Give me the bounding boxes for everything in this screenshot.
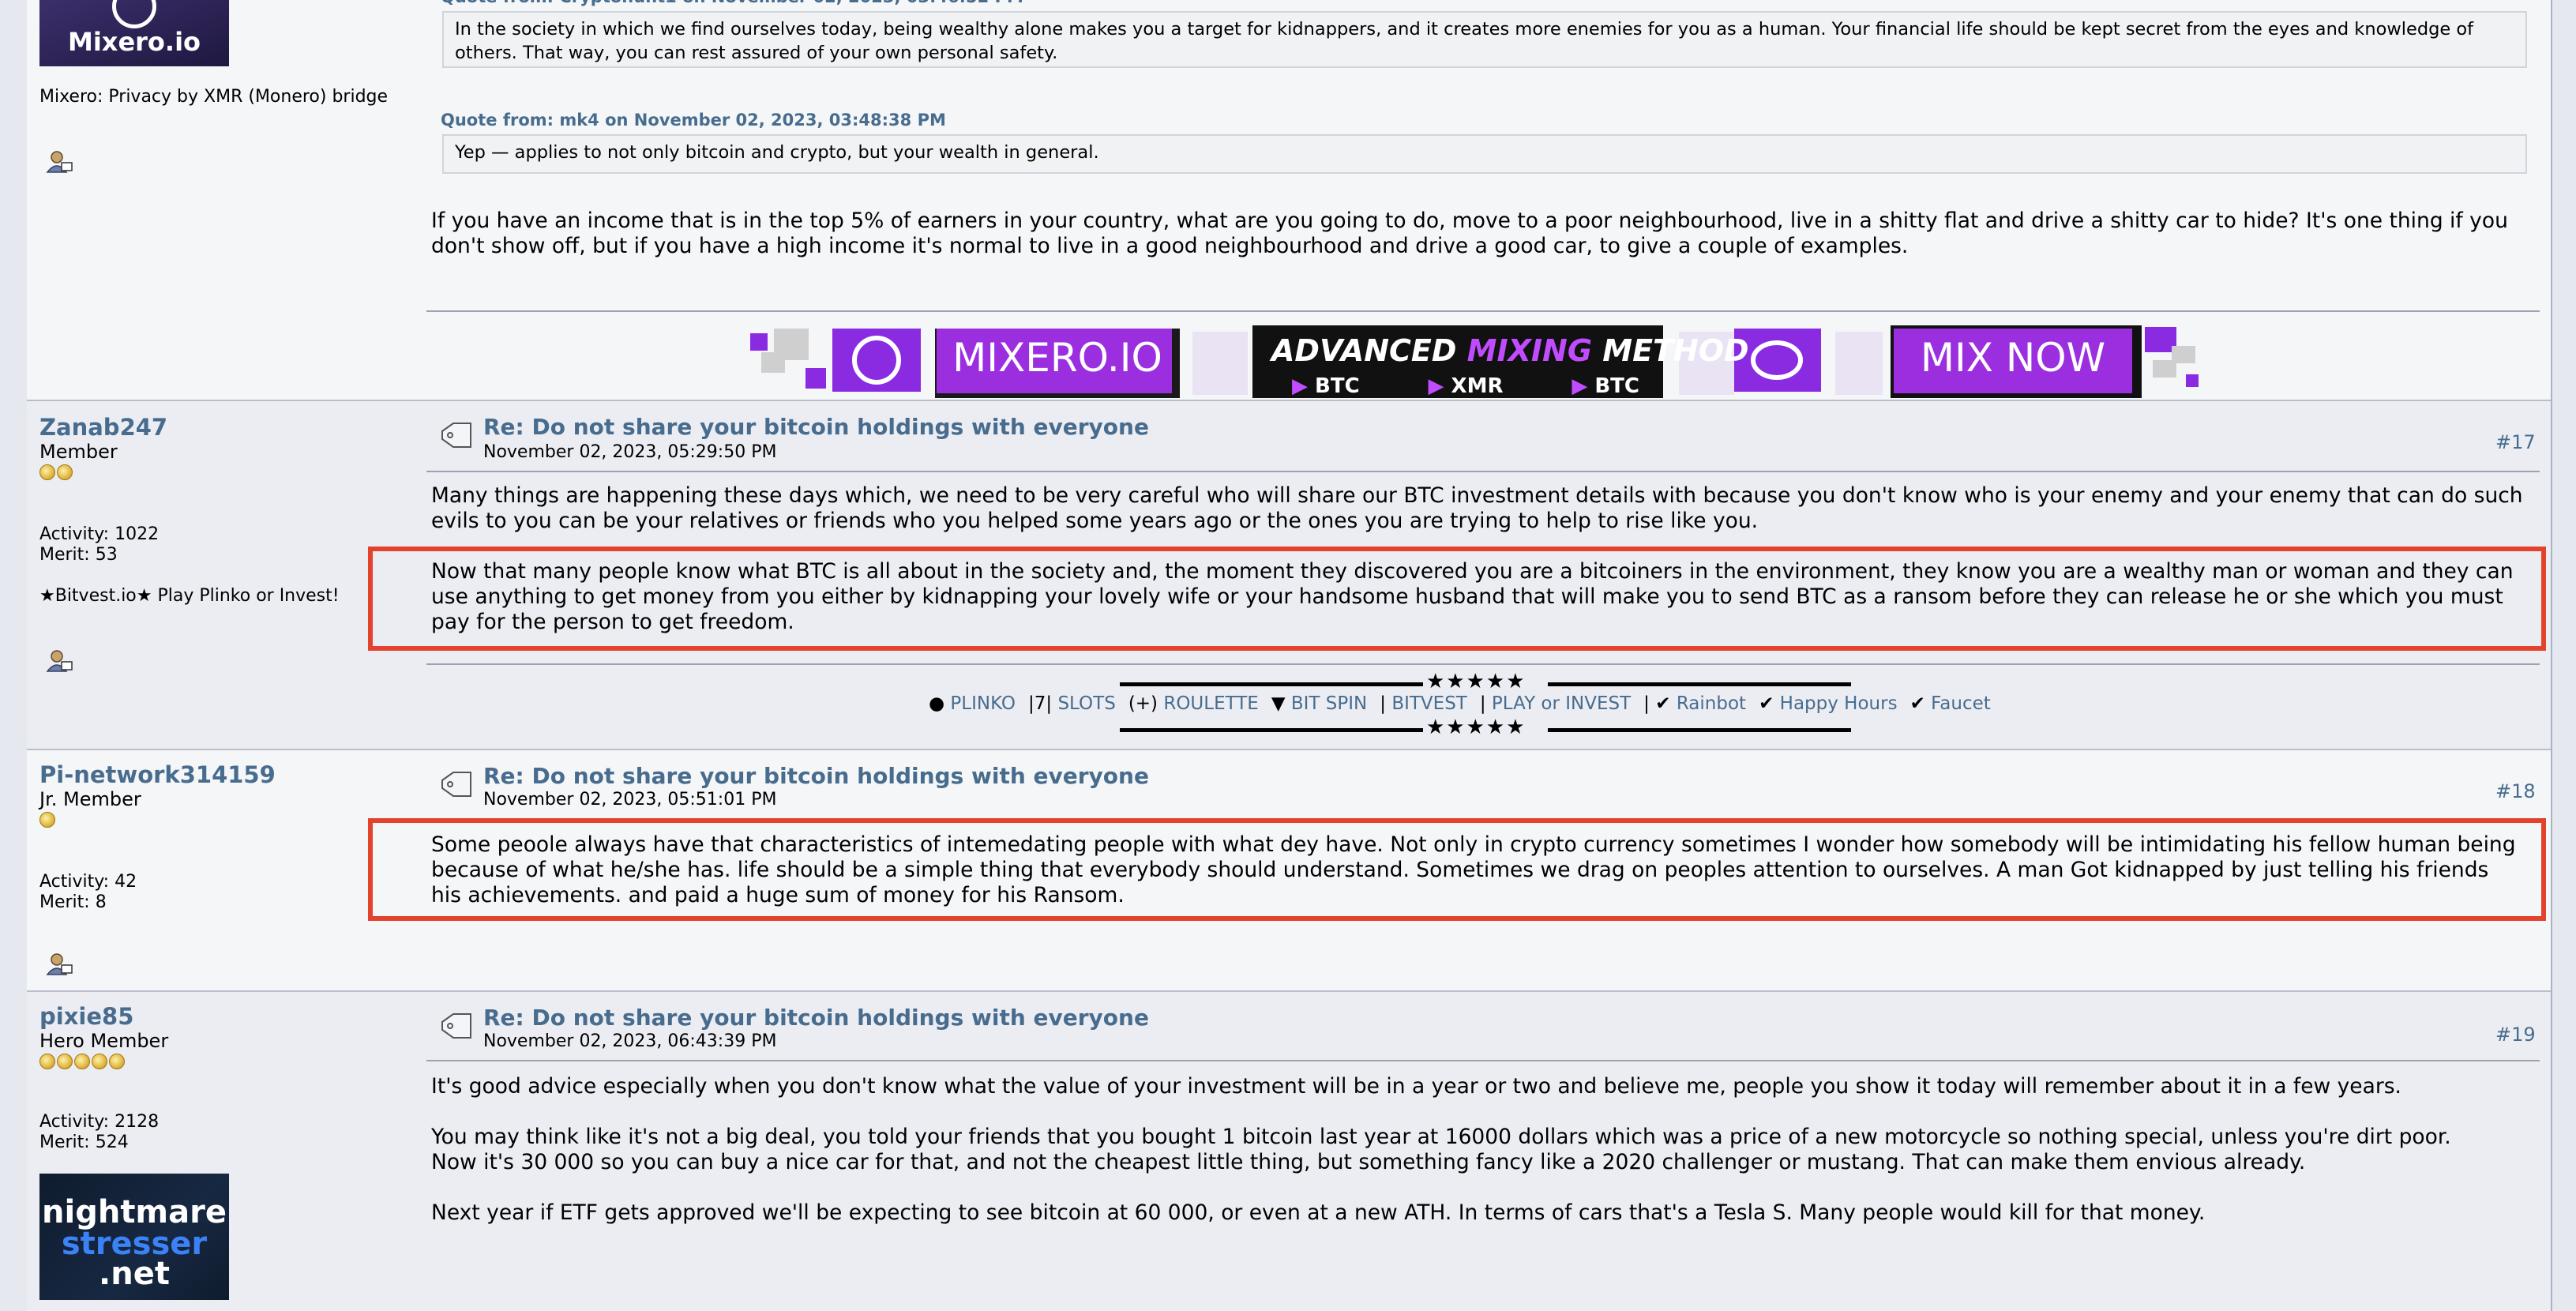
post-icon [439,769,474,801]
banner-headline: ADVANCED MIXING METHOD [1271,333,1749,368]
banner-brand-text: MIXERO.IO [952,335,1162,381]
sig-item[interactable]: | PLAY or INVEST [1480,693,1631,714]
post-date: November 02, 2023, 06:43:39 PM [483,1031,777,1051]
post-body-paragraph: Many things are happening these days whi… [431,483,2523,533]
user-personal-text: ★Bitvest.io★ Play Plinko or Invest! [39,586,340,606]
user-signature-text: Mixero: Privacy by XMR (Monero) bridge [39,87,389,107]
post-number-link[interactable]: #19 [2495,1024,2536,1046]
signature-divider [426,310,2540,312]
coin-icon [39,812,55,828]
user-rank: Jr. Member [39,788,141,810]
user-activity: Activity: 1022 [39,524,160,544]
coin-icon [109,1054,125,1069]
username-link[interactable]: Zanab247 [39,414,167,441]
sig-item[interactable]: ✔ Happy Hours [1759,693,1898,714]
post-icon [439,420,474,452]
post-body-paragraph: Now that many people know what BTC is al… [431,559,2514,634]
user-merit: Merit: 53 [39,545,118,565]
post-date: November 02, 2023, 05:51:01 PM [483,790,777,810]
pm-icon[interactable] [46,649,73,673]
post-title-link[interactable]: Re: Do not share your bitcoin holdings w… [483,414,1149,440]
post-body-paragraph: Now it's 30 000 so you can buy a nice ca… [431,1150,2306,1174]
coin-icon [39,1054,55,1069]
sig-item[interactable]: ▼ BIT SPIN [1271,693,1367,714]
mixero-avatar: Mixero.io [39,0,229,66]
mixero-logo-text: Mixero.io [67,27,201,57]
quote-1: In the society in which we find ourselve… [442,11,2527,68]
sig-bar [1120,682,1423,686]
banner-flow-2: ▶ XMR [1428,374,1504,398]
post-title-link[interactable]: Re: Do not share your bitcoin holdings w… [483,763,1149,789]
user-rank: Member [39,441,118,463]
sig-item[interactable]: |7| SLOTS [1028,693,1116,714]
rank-coins [39,1054,125,1069]
post-header-divider [426,471,2540,472]
bitvest-signature[interactable]: ★★★★★ ● PLINKO |7| SLOTS (+) ROULETTE ▼ … [924,670,2045,741]
user-merit: Merit: 524 [39,1133,129,1152]
coin-icon [57,1054,73,1069]
quote-2-text: Yep — applies to not only bitcoin and cr… [455,142,1099,163]
post-number-link[interactable]: #18 [2495,780,2536,802]
sig-item[interactable]: (+) ROULETTE [1128,693,1259,714]
post-icon [439,1011,474,1042]
post-date: November 02, 2023, 05:29:50 PM [483,442,777,462]
coin-icon [92,1054,107,1069]
username-link[interactable]: Pi-network314159 [39,761,276,788]
banner-headline-2: MIXING [1466,333,1593,368]
post-body-paragraph: You may think like it's not a big deal, … [431,1125,2451,1149]
sig-item[interactable]: ● PLINKO [929,693,1016,714]
sig-bar [1548,728,1851,732]
quote-header-partial: Quote from: Cryptohunt1 on November 02, … [441,0,1023,6]
banner-headline-3: METHOD [1602,333,1749,368]
post-number-link[interactable]: #17 [2495,431,2536,453]
banner-flow-3: ▶ BTC [1572,374,1639,398]
sig-item[interactable]: | BITVEST [1380,693,1467,714]
banner-flow-1: ▶ BTC [1292,374,1360,398]
signature-divider [426,663,2540,665]
banner-headline-1: ADVANCED [1271,333,1457,368]
sig-bar [1120,728,1423,732]
sig-bar [1548,682,1851,686]
post-header-divider [426,1060,2540,1061]
pm-icon[interactable] [46,150,73,174]
user-merit: Merit: 8 [39,892,107,912]
sig-item[interactable]: ✔ Faucet [1910,693,1991,714]
rank-coins [39,812,55,828]
post-body-paragraph: It's good advice especially when you don… [431,1074,2401,1099]
quote-1-text: In the society in which we find ourselve… [455,19,2474,63]
sig-stars: ★★★★★ [1426,716,1526,739]
user-activity: Activity: 42 [39,872,137,892]
coin-icon [39,464,55,480]
post-body-paragraph: Some peoole always have that characteris… [431,832,2516,907]
mixero-logo-icon [112,0,156,28]
post-title-link[interactable]: Re: Do not share your bitcoin holdings w… [483,1005,1149,1031]
avatar-line-3: .net [99,1256,170,1292]
post-body-paragraph: Next year if ETF gets approved we'll be … [431,1200,2206,1225]
quote-2: Yep — applies to not only bitcoin and cr… [442,134,2527,174]
user-rank: Hero Member [39,1030,169,1052]
rank-coins [39,464,73,480]
sig-stars: ★★★★★ [1426,670,1526,693]
coin-icon [57,464,73,480]
quote-2-header[interactable]: Quote from: mk4 on November 02, 2023, 03… [441,111,946,130]
user-avatar: nightmare stresser .net [39,1174,229,1300]
sig-links: ● PLINKO |7| SLOTS (+) ROULETTE ▼ BIT SP… [929,693,1991,714]
username-link[interactable]: pixie85 [39,1003,133,1030]
banner-cta[interactable]: MIX NOW [1894,335,2132,381]
coin-icon [74,1054,90,1069]
user-activity: Activity: 2128 [39,1112,160,1132]
sig-item[interactable]: | ✔ Rainbot [1643,693,1746,714]
mixero-banner[interactable]: MIXERO.IO ADVANCED MIXING METHOD ▶ BTC ▶… [750,322,2235,400]
post-body-top: If you have an income that is in the top… [431,208,2508,258]
pm-icon[interactable] [46,952,73,976]
banner-flow: ▶ BTC ▶ XMR ▶ BTC [1292,374,1639,398]
